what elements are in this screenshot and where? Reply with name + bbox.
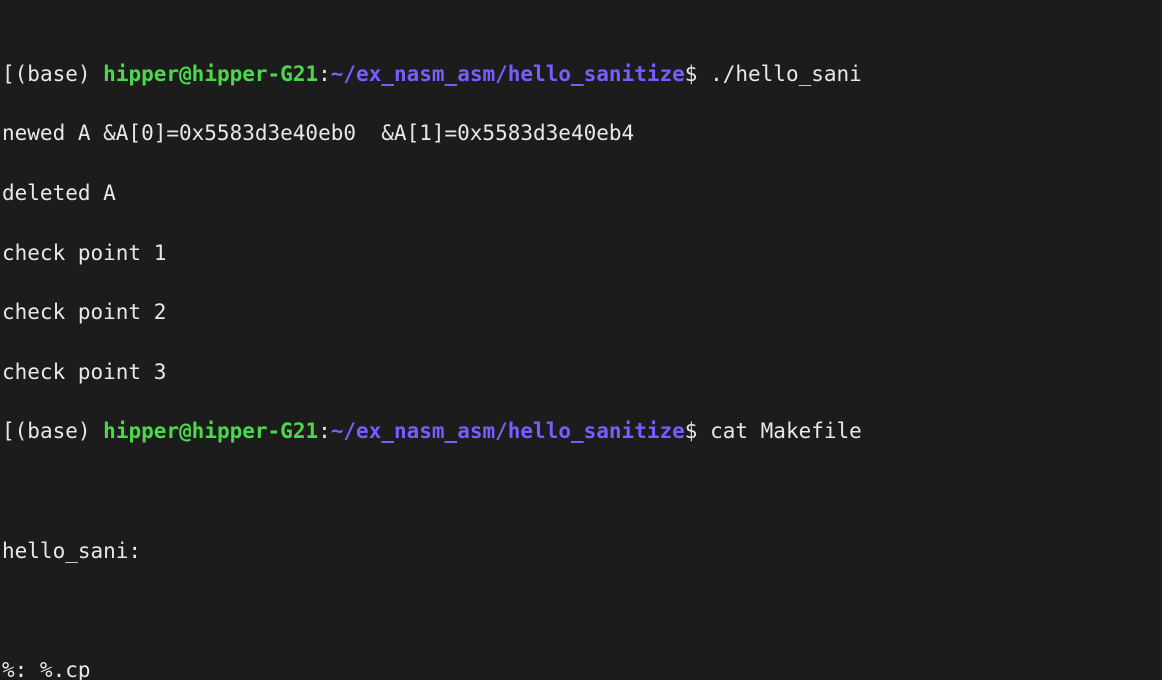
prompt-colon: :	[318, 62, 331, 86]
output-line: check point 1	[2, 239, 1160, 269]
output-blank	[2, 596, 1160, 626]
prompt-user-host: hipper@hipper-G21	[103, 419, 318, 443]
prompt-cwd: ~/ex_nasm_asm/hello_sanitize	[331, 419, 685, 443]
prompt-cwd: ~/ex_nasm_asm/hello_sanitize	[331, 62, 685, 86]
prompt-env: (base)	[15, 419, 91, 443]
prompt-bracket: [	[2, 419, 15, 443]
output-line: deleted A	[2, 179, 1160, 209]
prompt-line-2: [(base) hipper@hipper-G21:~/ex_nasm_asm/…	[2, 417, 1160, 447]
makefile-rule-pattern: %: %.cp	[2, 656, 1160, 680]
prompt-bracket: [	[2, 62, 15, 86]
output-line: newed A &A[0]=0x5583d3e40eb0 &A[1]=0x558…	[2, 119, 1160, 149]
makefile-target: hello_sani:	[2, 537, 1160, 567]
terminal-window[interactable]: [(base) hipper@hipper-G21:~/ex_nasm_asm/…	[0, 0, 1162, 680]
command-input[interactable]: cat Makefile	[710, 419, 862, 443]
prompt-colon: :	[318, 419, 331, 443]
prompt-user-host: hipper@hipper-G21	[103, 62, 318, 86]
prompt-env: (base)	[15, 62, 91, 86]
output-blank	[2, 477, 1160, 507]
prompt-dollar: $	[685, 62, 698, 86]
prompt-line-1: [(base) hipper@hipper-G21:~/ex_nasm_asm/…	[2, 60, 1160, 90]
output-line: check point 2	[2, 298, 1160, 328]
command-input[interactable]: ./hello_sani	[710, 62, 862, 86]
prompt-dollar: $	[685, 419, 698, 443]
output-line: check point 3	[2, 358, 1160, 388]
